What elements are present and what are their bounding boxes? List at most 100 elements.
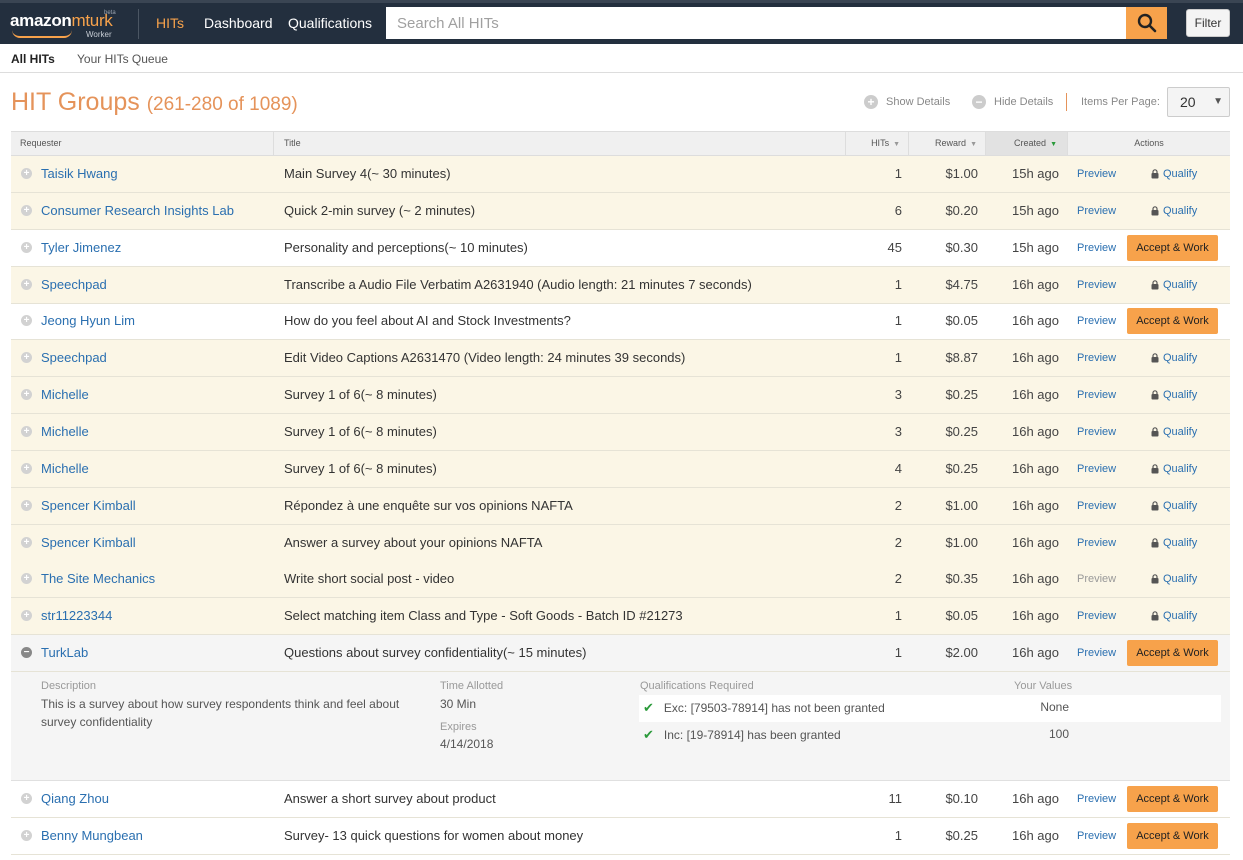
qualify-link[interactable]: Qualify [1151,279,1197,291]
requester-link[interactable]: TurkLab [41,645,88,660]
preview-link[interactable]: Preview [1077,242,1116,254]
preview-link[interactable]: Preview [1077,647,1116,659]
expand-circle-icon[interactable]: + [21,573,32,584]
lock-icon [1151,390,1159,400]
expand-circle-icon[interactable]: + [21,352,32,363]
qualify-link[interactable]: Qualify [1151,500,1197,512]
column-header-created[interactable]: Created ▼ [986,132,1068,155]
requester-link[interactable]: Taisik Hwang [41,166,118,181]
subnav-all-hits[interactable]: All HITs [11,52,55,66]
qualify-link[interactable]: Qualify [1151,389,1197,401]
preview-link[interactable]: Preview [1077,279,1116,291]
expand-circle-icon[interactable]: + [21,242,32,253]
show-details-button[interactable]: + Show Details [864,95,950,109]
page-title: HIT Groups (261-280 of 1089) [11,88,298,117]
column-header-hits[interactable]: HITs ▼ [846,132,909,155]
expand-circle-icon[interactable]: + [21,830,32,841]
reward-value: $0.25 [945,828,978,843]
requester-link[interactable]: Speechpad [41,277,107,292]
controls-divider [1066,93,1067,111]
qualify-link[interactable]: Qualify [1151,573,1197,585]
preview-link[interactable]: Preview [1077,389,1116,401]
expand-circle-icon[interactable]: + [21,168,32,179]
mturk-logo[interactable]: amazonmturk beta Worker [10,10,116,39]
accept-work-button[interactable]: Accept & Work [1127,308,1218,334]
expires-value: 4/14/2018 [440,737,494,751]
expand-circle-icon[interactable]: + [21,279,32,290]
qualify-link[interactable]: Qualify [1151,168,1197,180]
collapse-circle-icon[interactable]: − [21,647,32,658]
nav-link-hits[interactable]: HITs [156,15,184,31]
hit-title: Survey- 13 quick questions for women abo… [284,828,584,843]
filter-button[interactable]: Filter [1186,9,1230,37]
created-time: 15h ago [1012,203,1059,218]
preview-link[interactable]: Preview [1077,168,1116,180]
column-header-label: Requester [20,138,62,148]
requester-link[interactable]: Qiang Zhou [41,791,109,806]
accept-work-button[interactable]: Accept & Work [1127,235,1218,261]
column-header-title[interactable]: Title [274,132,846,155]
preview-link[interactable]: Preview [1077,352,1116,364]
nav-link-dashboard[interactable]: Dashboard [204,15,273,31]
expand-circle-icon[interactable]: + [21,610,32,621]
expand-circle-icon[interactable]: + [21,205,32,216]
preview-link[interactable]: Preview [1077,315,1116,327]
preview-link[interactable]: Preview [1077,426,1116,438]
requester-link[interactable]: Michelle [41,387,89,402]
qualify-link[interactable]: Qualify [1151,426,1197,438]
expand-circle-icon[interactable]: + [21,793,32,804]
preview-link[interactable]: Preview [1077,205,1116,217]
checkmark-icon: ✔ [643,700,654,715]
accept-work-button[interactable]: Accept & Work [1127,640,1218,666]
time-allotted-value: 30 Min [440,697,477,711]
column-header-requester[interactable]: Requester [11,132,274,155]
nav-link-qualifications[interactable]: Qualifications [288,15,372,31]
requester-link[interactable]: Speechpad [41,350,107,365]
search-input[interactable] [386,7,1126,39]
qualify-link[interactable]: Qualify [1151,610,1197,622]
qualify-link[interactable]: Qualify [1151,463,1197,475]
requester-link[interactable]: Jeong Hyun Lim [41,313,135,328]
expand-circle-icon[interactable]: + [21,426,32,437]
qualify-label: Qualify [1163,610,1198,622]
preview-link[interactable]: Preview [1077,793,1116,805]
hit-title: How do you feel about AI and Stock Inves… [284,313,571,328]
hide-details-button[interactable]: − Hide Details [972,95,1053,109]
preview-link[interactable]: Preview [1077,500,1116,512]
qualify-link[interactable]: Qualify [1151,205,1197,217]
requester-link[interactable]: Michelle [41,461,89,476]
reward-value: $0.35 [945,571,978,586]
lock-icon [1151,501,1159,511]
requester-link[interactable]: Michelle [41,424,89,439]
reward-value: $1.00 [945,166,978,181]
requester-link[interactable]: Benny Mungbean [41,828,143,843]
preview-link[interactable]: Preview [1077,537,1116,549]
requester-link[interactable]: Spencer Kimball [41,498,136,513]
preview-link[interactable]: Preview [1077,830,1116,842]
hits-count: 1 [894,166,902,181]
accept-work-button[interactable]: Accept & Work [1127,823,1218,849]
requester-link[interactable]: Tyler Jimenez [41,240,121,255]
logo-amazon-text: amazon [10,11,72,30]
expand-circle-icon[interactable]: + [21,537,32,548]
table-row: + The Site Mechanics Write short social po… [11,561,1230,598]
requester-link[interactable]: str11223344 [41,608,112,623]
accept-work-button[interactable]: Accept & Work [1127,786,1218,812]
qualify-link[interactable]: Qualify [1151,537,1197,549]
preview-link[interactable]: Preview [1077,463,1116,475]
subnav-hits-queue[interactable]: Your HITs Queue [77,52,168,66]
requester-link[interactable]: Spencer Kimball [41,535,136,550]
items-per-page-select[interactable]: 20 ▼ [1167,87,1230,117]
column-header-reward[interactable]: Reward ▼ [909,132,986,155]
expand-circle-icon[interactable]: + [21,389,32,400]
requester-link[interactable]: Consumer Research Insights Lab [41,203,234,218]
preview-link[interactable]: Preview [1077,610,1116,622]
expand-circle-icon[interactable]: + [21,315,32,326]
hit-title: Questions about survey confidentiality(~… [284,645,587,660]
qualify-link[interactable]: Qualify [1151,352,1197,364]
requester-link[interactable]: The Site Mechanics [41,571,155,586]
expand-circle-icon[interactable]: + [21,463,32,474]
preview-link[interactable]: Preview [1077,573,1116,585]
search-button[interactable] [1126,7,1167,39]
expand-circle-icon[interactable]: + [21,500,32,511]
